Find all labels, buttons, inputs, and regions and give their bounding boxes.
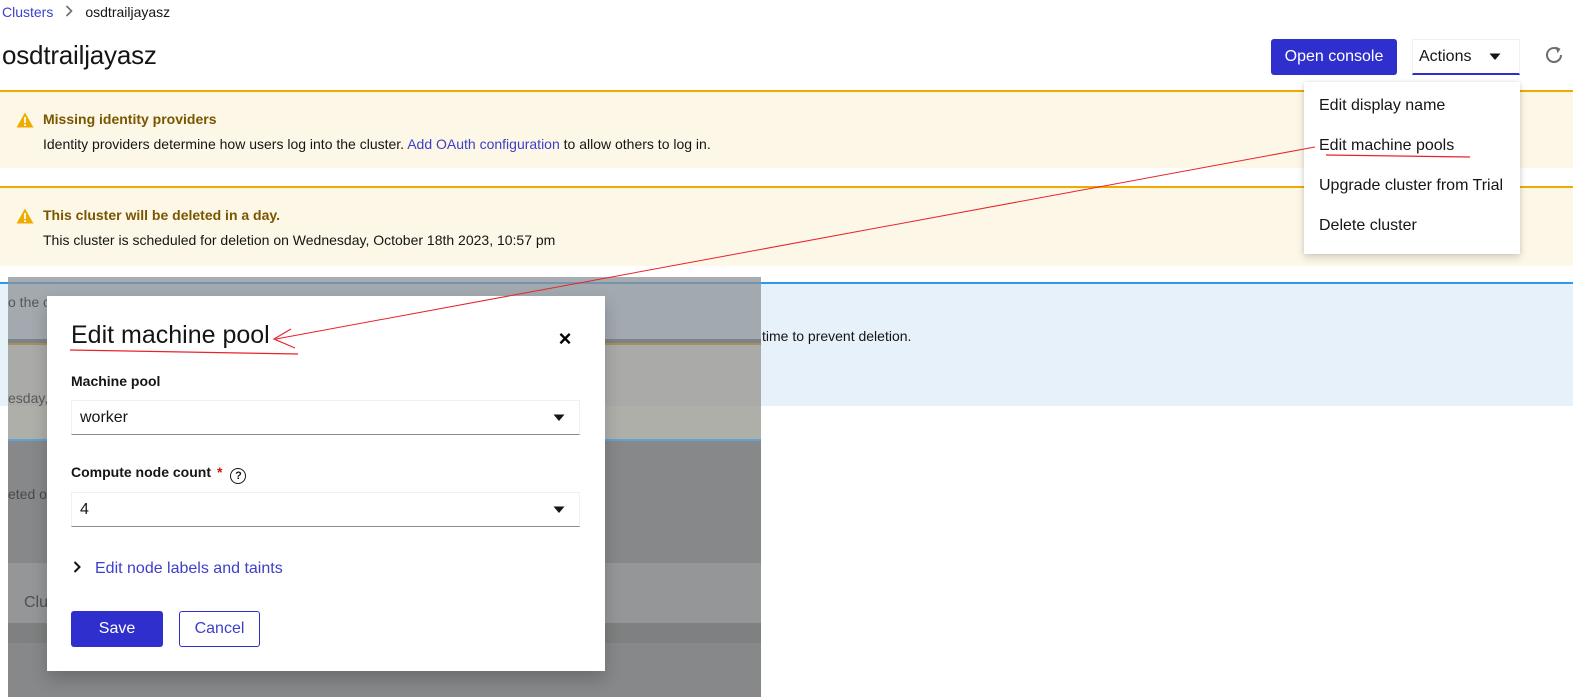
chevron-right-icon <box>65 4 73 20</box>
bg-fragment-weekday: esday, <box>8 390 49 406</box>
caret-down-icon <box>1489 48 1501 66</box>
alert-info-text: time to prevent deletion. <box>762 328 912 344</box>
bg-fragment-tab: Clu <box>24 594 49 611</box>
modal-title: Edit machine pool <box>71 321 270 349</box>
compute-node-count-value: 4 <box>80 500 89 518</box>
breadcrumb: Clusters osdtrailjayasz <box>2 4 170 20</box>
caret-down-icon <box>553 501 565 519</box>
breadcrumb-current: osdtrailjayasz <box>85 4 171 20</box>
menu-item-edit-display-name[interactable]: Edit display name <box>1319 97 1445 115</box>
add-oauth-configuration-link[interactable]: Add OAuth configuration <box>407 136 560 152</box>
bg-fragment-info: o the c <box>8 294 51 310</box>
alert-title: Missing identity providers <box>43 111 217 127</box>
cancel-button[interactable]: Cancel <box>179 611 260 647</box>
machine-pool-label: Machine pool <box>71 373 161 389</box>
menu-item-upgrade-cluster[interactable]: Upgrade cluster from Trial <box>1319 177 1503 195</box>
save-button[interactable]: Save <box>71 611 163 647</box>
alert-body: This cluster is scheduled for deletion o… <box>43 232 556 248</box>
caret-down-icon <box>553 409 565 427</box>
machine-pool-select[interactable]: worker <box>71 400 580 435</box>
open-console-button[interactable]: Open console <box>1271 39 1397 75</box>
redo-icon[interactable] <box>1543 44 1565 66</box>
alert-body-text: Identity providers determine how users l… <box>43 136 408 152</box>
alert-body: Identity providers determine how users l… <box>43 136 711 152</box>
help-icon[interactable]: ? <box>230 468 247 484</box>
chevron-right-icon <box>73 560 81 578</box>
compute-node-count-select[interactable]: 4 <box>71 492 580 527</box>
required-indicator: * <box>217 464 223 480</box>
compute-node-count-label: Compute node count *? <box>71 464 247 484</box>
bg-fragment-deleted: eted or <box>8 486 52 502</box>
actions-label: Actions <box>1419 47 1472 65</box>
edit-machine-pool-modal: Edit machine pool × Machine pool worker … <box>47 296 605 671</box>
close-icon[interactable]: × <box>553 327 577 351</box>
actions-dropdown-toggle[interactable]: Actions <box>1412 39 1520 75</box>
edit-node-labels-link: Edit node labels and taints <box>95 560 283 577</box>
breadcrumb-clusters-link[interactable]: Clusters <box>2 4 53 20</box>
menu-item-edit-machine-pools[interactable]: Edit machine pools <box>1319 137 1454 155</box>
alert-body-text-end: to allow others to log in. <box>559 136 711 152</box>
page-title: osdtrailjayasz <box>2 40 157 70</box>
edit-node-labels-toggle[interactable]: Edit node labels and taints <box>73 560 283 578</box>
menu-item-delete-cluster[interactable]: Delete cluster <box>1319 217 1417 235</box>
actions-menu: Edit display name Edit machine pools Upg… <box>1304 82 1520 254</box>
machine-pool-value: worker <box>80 408 129 426</box>
exclamation-triangle-icon <box>16 208 34 224</box>
exclamation-triangle-icon <box>16 112 34 128</box>
compute-node-count-label-text: Compute node count <box>71 464 211 480</box>
alert-title: This cluster will be deleted in a day. <box>43 207 281 223</box>
